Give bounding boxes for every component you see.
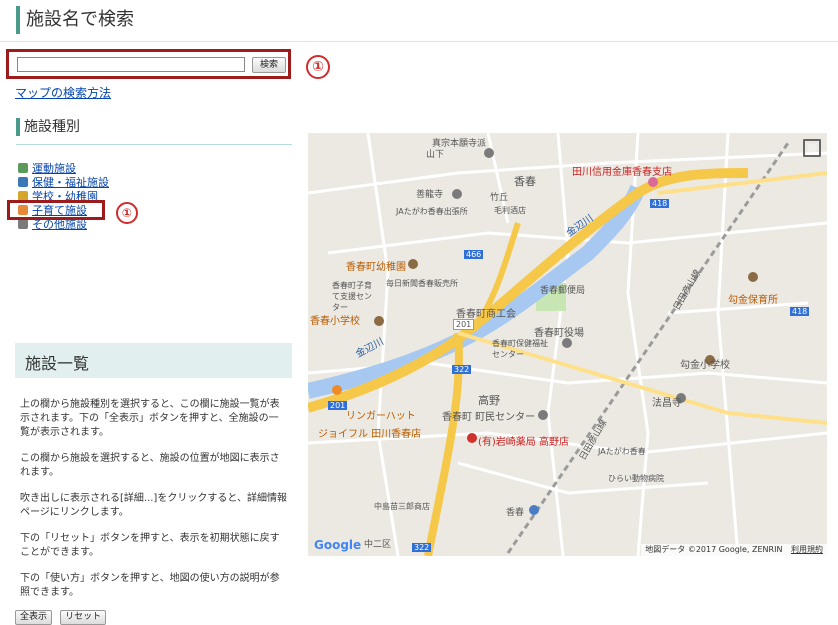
facility-type-item[interactable]: 運動施設: [18, 162, 138, 176]
route-shield: 466: [464, 250, 484, 259]
facility-type-link[interactable]: 運動施設: [32, 162, 76, 175]
route-shield: 322: [452, 365, 472, 374]
map[interactable]: 真宗本願寺派 山下 田川信用金庫香春支店 香春 善龍寺 竹丘 JAたがわ香春出張…: [308, 133, 827, 556]
facility-types-title: 施設種別: [24, 119, 80, 135]
map-attribution: 地図データ ©2017 Google, ZENRIN 利用規約: [641, 544, 827, 556]
map-label: 香春小学校: [310, 316, 360, 327]
route-shield: 418: [650, 199, 670, 208]
map-label: リンガーハット: [346, 411, 416, 422]
map-label: 香春町 町民センター: [442, 412, 536, 423]
townoffice-marker[interactable]: [562, 338, 572, 348]
facility-list-description: 上の欄から施設種別を選択すると、この欄に施設一覧が表示されます。下の「全表示」ボ…: [20, 398, 288, 612]
map-label: 山下: [426, 150, 445, 160]
google-logo: Google: [314, 538, 362, 552]
map-label: 法昌寺: [652, 398, 682, 409]
facility-type-item[interactable]: 保健・福祉施設: [18, 176, 138, 190]
annotation-marker: ①: [306, 55, 330, 79]
kindergarten-marker[interactable]: [408, 259, 418, 269]
search-highlight-box: 検索: [6, 49, 291, 79]
show-all-button[interactable]: 全表示: [15, 610, 53, 625]
childcare-highlight-box: [7, 200, 105, 220]
map-label: ひらい動物病院: [608, 474, 664, 483]
route-shield: 201: [328, 401, 348, 410]
annotation-marker: ①: [116, 202, 138, 224]
map-label: (有)岩崎薬局 高野店: [478, 437, 569, 448]
map-label: 中島苗三郎商店: [374, 502, 430, 511]
facility-type-link[interactable]: 保健・福祉施設: [32, 176, 109, 189]
map-label: 田川信用金庫香春支店: [572, 167, 672, 178]
fullscreen-icon[interactable]: [803, 139, 821, 157]
map-label: JAたがわ香春出張所: [396, 207, 468, 216]
elementary-marker[interactable]: [374, 316, 384, 326]
map-label: 香春: [514, 175, 536, 188]
section-bar: [16, 118, 20, 136]
map-label: JAたがわ香春: [598, 447, 646, 456]
route-shield: 322: [412, 543, 432, 552]
help-text: 上の欄から施設種別を選択すると、この欄に施設一覧が表示されます。下の「全表示」ボ…: [20, 399, 280, 438]
map-label: 毛利酒店: [494, 206, 526, 215]
map-label: 香春町幼稚園: [346, 262, 406, 273]
map-label: ジョイフル 田川香春店: [318, 429, 422, 440]
list-buttons: 全表示 リセット: [15, 604, 109, 625]
map-label: 善龍寺: [416, 190, 444, 200]
reset-button[interactable]: リセット: [60, 610, 107, 625]
map-label: 香春町商工会: [456, 309, 516, 320]
temple-marker[interactable]: [484, 148, 494, 158]
facility-list-header: 施設一覧: [15, 343, 292, 378]
restaurant-marker[interactable]: [332, 385, 342, 395]
attribution-text: 地図データ ©2017 Google, ZENRIN: [645, 545, 783, 554]
map-label: 竹丘: [490, 193, 509, 203]
facility-list-title: 施設一覧: [25, 354, 90, 373]
help-text: 下の「リセット」ボタンを押すと、表示を初期状態に戻すことができます。: [20, 533, 280, 558]
map-label: 香春郵便局: [540, 286, 586, 296]
sports-icon: [18, 163, 28, 173]
kokin-marker[interactable]: [748, 272, 758, 282]
facility-types-header: 施設種別: [16, 117, 292, 145]
map-label: 香春町子育て支援センター: [332, 281, 372, 312]
map-help-link[interactable]: マップの検索方法: [15, 84, 111, 101]
station-marker[interactable]: [529, 505, 539, 515]
search-input[interactable]: [17, 57, 245, 72]
temple-marker[interactable]: [452, 189, 462, 199]
pharmacy-marker[interactable]: [467, 433, 477, 443]
map-label: 勾金保育所: [728, 295, 778, 306]
map-label: 中二区: [364, 540, 392, 550]
other-icon: [18, 219, 28, 229]
map-label: 勾金小学校: [680, 360, 730, 371]
route-shield: 418: [790, 307, 810, 316]
community-marker[interactable]: [538, 410, 548, 420]
bank-marker[interactable]: [648, 177, 658, 187]
search-button[interactable]: 検索: [252, 57, 286, 73]
help-text: 下の「使い方」ボタンを押すと、地図の使い方の説明が参照できます。: [20, 573, 280, 598]
welfare-icon: [18, 177, 28, 187]
map-label: 香春町保健福祉センター: [492, 339, 548, 359]
map-label: 毎日新聞香春販売所: [386, 279, 458, 288]
page-title: 施設名で検索: [16, 6, 134, 34]
map-label: 香春町役場: [534, 328, 584, 339]
title-divider: [0, 41, 838, 42]
map-label: 高野: [478, 394, 500, 407]
map-label: 香春: [506, 508, 525, 518]
help-text: この欄から施設を選択すると、施設の位置が地図に表示されます。: [20, 453, 280, 478]
help-text: 吹き出しに表示される[詳細...]をクリックすると、詳細情報ページにリンクします…: [20, 493, 287, 518]
route-shield: 201: [453, 319, 475, 330]
terms-link[interactable]: 利用規約: [791, 545, 823, 554]
